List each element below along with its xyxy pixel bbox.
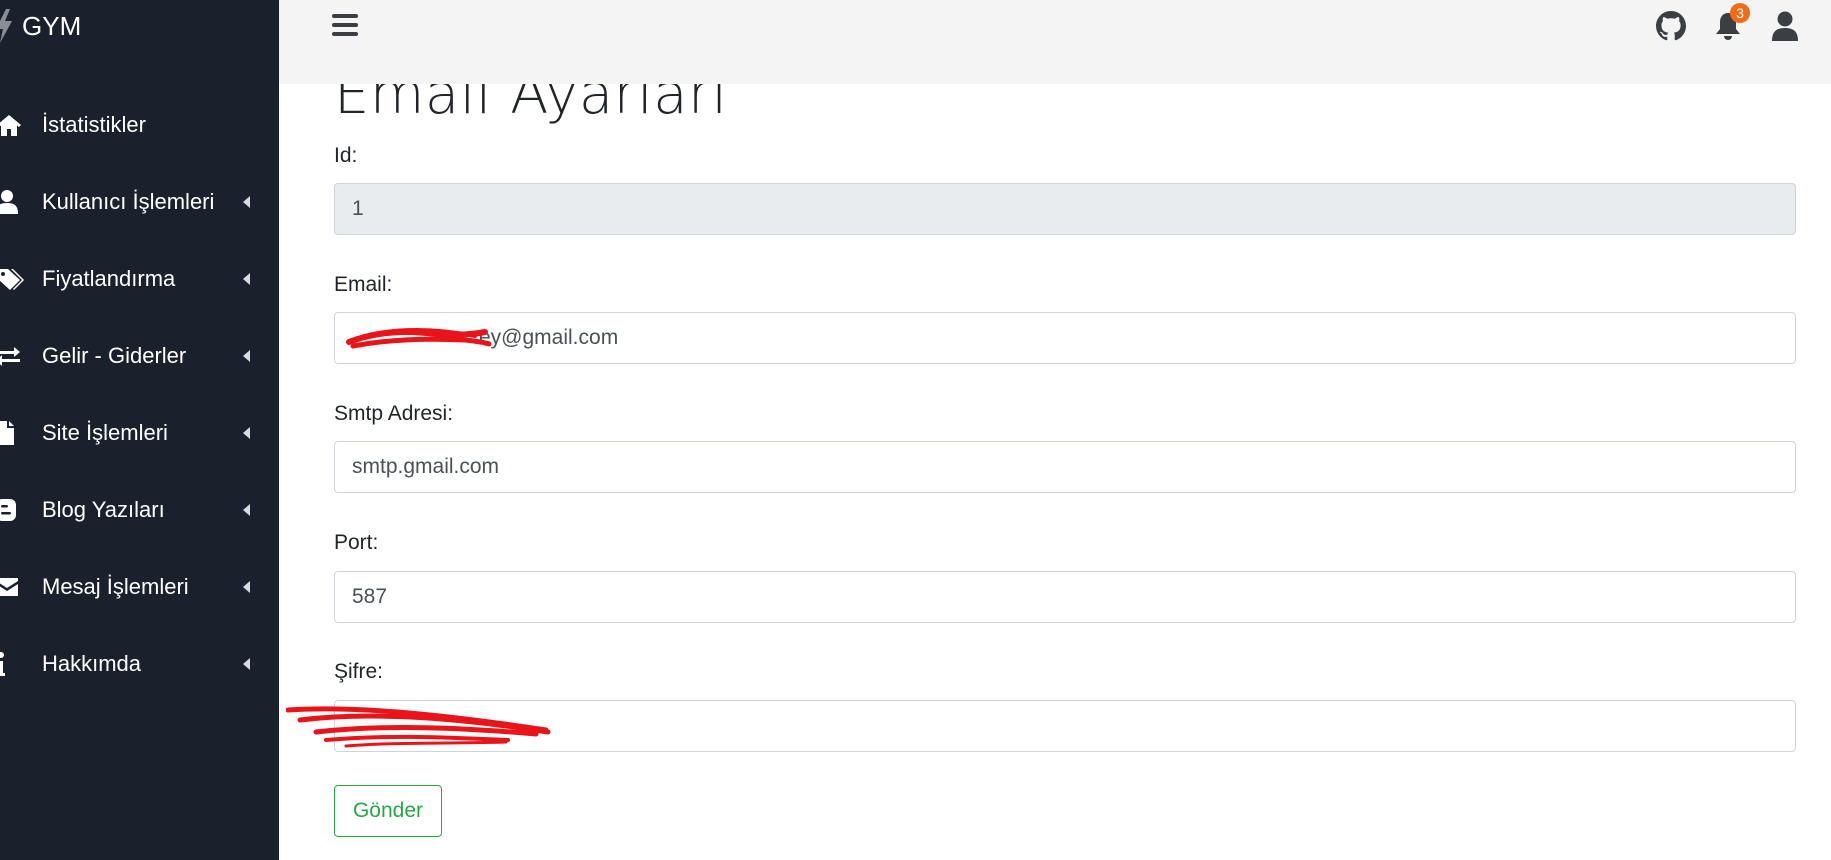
password-label: Şifre:	[334, 660, 384, 683]
sidebar-item-label: Site İşlemleri	[42, 419, 168, 445]
sidebar-item-label: Kullanıcı İşlemleri	[42, 188, 215, 214]
caret-left-icon	[243, 580, 250, 593]
port-field[interactable]	[334, 571, 1796, 623]
hamburger-icon[interactable]	[332, 14, 358, 40]
caret-left-icon	[243, 195, 250, 208]
top-navbar: 3	[279, 0, 1831, 84]
email-field[interactable]	[334, 312, 1796, 364]
tags-icon	[0, 265, 24, 293]
sidebar-item-label: İstatistikler	[42, 111, 146, 137]
bolt-icon	[0, 9, 14, 43]
sidebar-item-kullanici-islemleri[interactable]: Kullanıcı İşlemleri	[0, 163, 279, 240]
port-label: Port:	[334, 531, 379, 554]
bell-icon[interactable]: 3	[1712, 3, 1750, 43]
sidebar-item-mesaj-islemleri[interactable]: Mesaj İşlemleri	[0, 548, 279, 625]
sidebar-item-site-islemleri[interactable]: Site İşlemleri	[0, 394, 279, 471]
id-field[interactable]	[334, 183, 1796, 235]
github-icon[interactable]	[1655, 9, 1687, 43]
home-icon	[0, 111, 24, 139]
smtp-label: Smtp Adresi:	[334, 402, 454, 425]
notification-badge: 3	[1730, 3, 1750, 23]
sidebar: GYM İstatistikler Kullanıcı İşlemleri Fi…	[0, 0, 279, 860]
caret-left-icon	[243, 272, 250, 285]
sidebar-item-hakkimda[interactable]: Hakkımda	[0, 625, 279, 702]
submit-button[interactable]: Gönder	[334, 785, 442, 837]
envelope-icon	[0, 573, 24, 601]
email-label: Email:	[334, 273, 393, 296]
sidebar-item-blog-yazilari[interactable]: Blog Yazıları	[0, 471, 279, 548]
blogger-icon	[0, 496, 24, 524]
sidebar-item-label: Blog Yazıları	[42, 496, 165, 522]
sidebar-item-label: Hakkımda	[42, 650, 142, 676]
info-icon	[0, 650, 24, 678]
caret-left-icon	[243, 349, 250, 362]
sidebar-item-gelir-giderler[interactable]: Gelir - Giderler	[0, 317, 279, 394]
user-icon	[0, 188, 24, 216]
caret-left-icon	[243, 426, 250, 439]
password-field[interactable]	[334, 700, 1796, 752]
sidebar-nav: İstatistikler Kullanıcı İşlemleri Fiyatl…	[0, 86, 279, 702]
brand-name: GYM	[22, 10, 82, 41]
user-icon[interactable]	[1769, 9, 1801, 43]
brand[interactable]: GYM	[0, 6, 81, 46]
sidebar-item-label: Fiyatlandırma	[42, 265, 176, 291]
sidebar-item-istatistikler[interactable]: İstatistikler	[0, 86, 279, 163]
exchange-icon	[0, 342, 24, 370]
caret-left-icon	[243, 503, 250, 516]
smtp-address-field[interactable]	[334, 441, 1796, 493]
sidebar-item-label: Gelir - Giderler	[42, 342, 187, 368]
file-icon	[0, 419, 24, 447]
id-label: Id:	[334, 144, 358, 167]
sidebar-item-label: Mesaj İşlemleri	[42, 573, 189, 599]
caret-left-icon	[243, 657, 250, 670]
sidebar-item-fiyatlandirma[interactable]: Fiyatlandırma	[0, 240, 279, 317]
